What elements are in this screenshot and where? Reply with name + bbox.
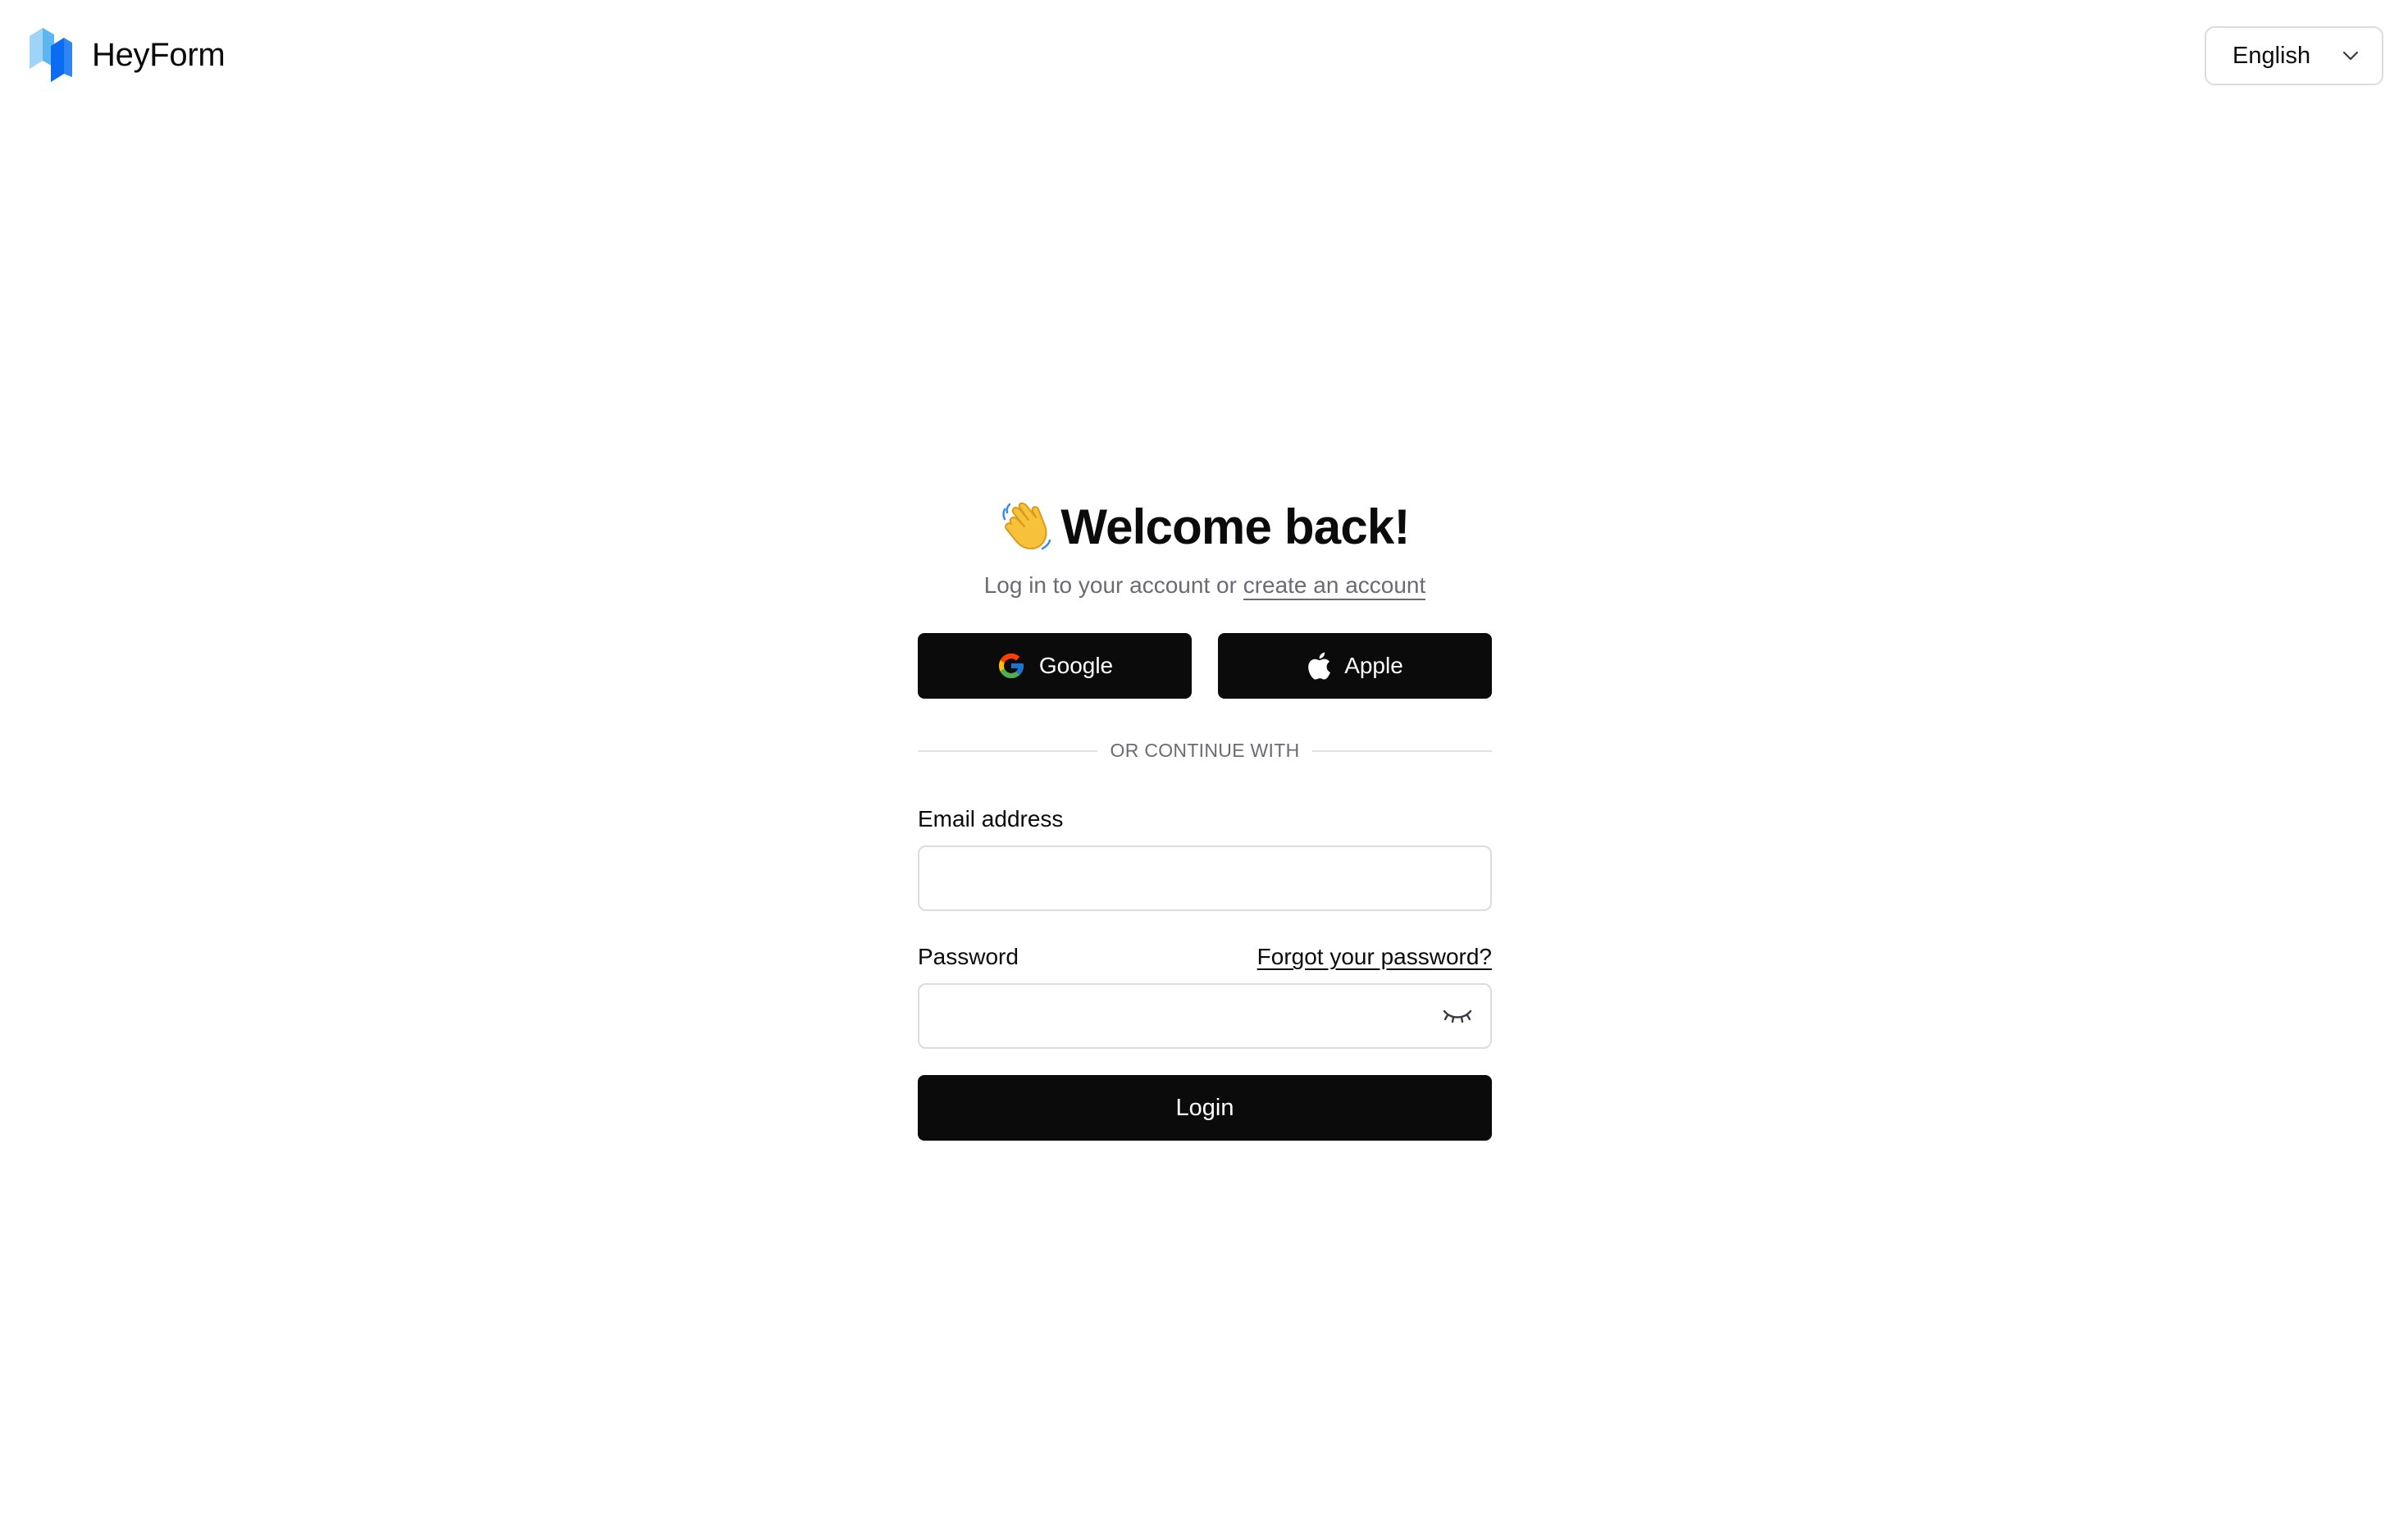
divider-text: OR CONTINUE WITH (1110, 740, 1300, 761)
social-login-group: Google Apple (918, 633, 1492, 699)
google-button-label: Google (1038, 653, 1114, 678)
brand-logo[interactable]: HeyForm (30, 28, 226, 82)
google-icon (998, 654, 1024, 678)
password-input-wrapper (918, 983, 1492, 1049)
or-divider: OR CONTINUE WITH (918, 740, 1493, 762)
password-label: Password (918, 944, 1019, 969)
language-selected-label: English (2232, 42, 2311, 69)
login-form: Welcome back! Log in to your account or … (918, 492, 1493, 1141)
page-title: Welcome back! (1060, 499, 1410, 554)
eye-closed-icon (1443, 1009, 1472, 1023)
password-label-row: Password Forgot your password? (918, 944, 1492, 970)
password-visibility-toggle[interactable] (1441, 1005, 1474, 1027)
forgot-password-link[interactable]: Forgot your password? (1257, 944, 1492, 970)
create-account-link[interactable]: create an account (1243, 572, 1426, 600)
email-label: Email address (918, 806, 1064, 832)
email-label-row: Email address (918, 806, 1492, 832)
heyform-logo-icon (30, 28, 72, 82)
password-input[interactable] (918, 983, 1492, 1049)
chevron-down-icon (2342, 51, 2359, 61)
subtitle-text: Log in to your account or (983, 572, 1243, 598)
divider-line-right (1312, 749, 1493, 752)
email-input-wrapper (918, 845, 1492, 911)
apple-button-label: Apple (1344, 653, 1403, 678)
title-row: Welcome back! (918, 492, 1492, 561)
apple-login-button[interactable]: Apple (1218, 633, 1492, 699)
divider-line-left (918, 749, 1097, 752)
apple-icon (1308, 652, 1331, 680)
email-input[interactable] (918, 845, 1492, 911)
subtitle: Log in to your account or create an acco… (918, 572, 1492, 600)
waving-hand-icon (1002, 502, 1051, 550)
brand-name: HeyForm (92, 36, 226, 73)
google-login-button[interactable]: Google (918, 633, 1192, 699)
language-select[interactable]: English (2205, 26, 2383, 85)
login-button[interactable]: Login (918, 1075, 1492, 1141)
